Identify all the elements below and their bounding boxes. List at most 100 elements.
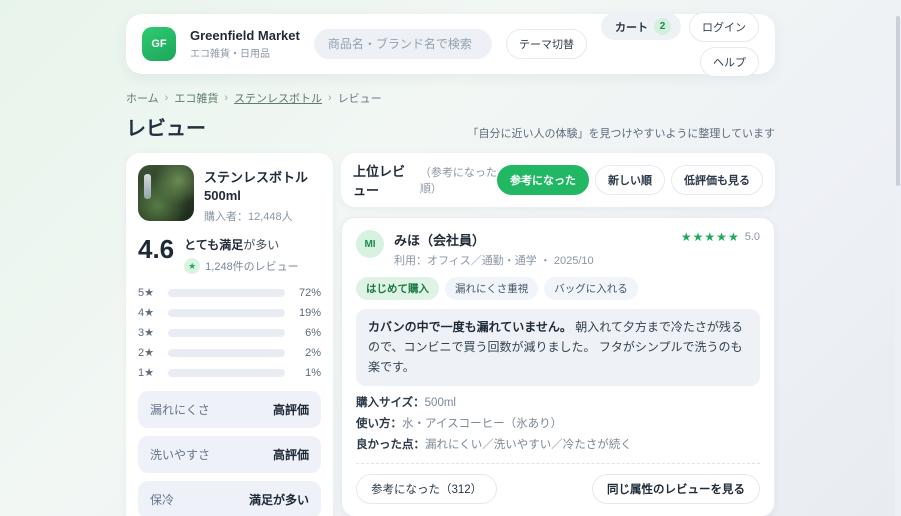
reviewer-name: みほ（会社員） [394,233,486,248]
cart-button[interactable]: カート 2 [601,13,681,40]
page-container: GF Greenfield Market エコ雑貨・日用品 テーマ切替 カート … [126,11,775,516]
attr-label: 洗いやすさ [150,448,211,463]
attr-label: 保冷 [150,493,175,508]
breadcrumb-category[interactable]: エコ雑貨 [174,90,218,106]
breadcrumb-separator: › [224,92,229,104]
average-score: 4.6 [138,234,175,265]
bar-row-1star: 1★ 1% [138,366,321,380]
detail-usage: 使い方：水・アイスコーヒー（氷あり） [356,416,760,433]
review-count: 1,248件のレビュー [205,261,299,274]
breadcrumb-separator: › [328,92,332,104]
login-button[interactable]: ログイン [689,11,759,42]
bar-row-4star: 4★ 19% [138,306,321,320]
sort-buttons: 参考になった 新しい順 低評価も見る [497,165,763,195]
cart-label: カート [615,21,648,34]
app-header: GF Greenfield Market エコ雑貨・日用品 テーマ切替 カート … [126,11,775,77]
same-attribute-reviews-button[interactable]: 同じ属性のレビューを見る [592,474,760,505]
title-row: レビュー 「自分に近い人の体験」を見つけやすいように整理しています [126,112,775,141]
breadcrumb-home[interactable]: ホーム [126,90,159,106]
score-summary: とても満足が多い [184,236,299,253]
review-tags: はじめて購入 漏れにくさ重視 バッグに入れる [356,277,760,300]
review-count-row: ★ 1,248件のレビュー [184,258,299,275]
bar-track [168,368,285,377]
detail-value: 500ml [424,397,456,410]
brand-name: Greenfield Market [190,28,300,43]
breadcrumb-separator: › [164,92,169,104]
bar-row-3star: 3★ 6% [138,326,321,340]
bar-percent: 19% [298,306,321,319]
bar-label: 1★ [138,367,154,380]
attr-value: 満足が多い [248,493,309,508]
header-actions: カート 2 ログイン ヘルプ [601,11,759,77]
show-low-ratings-button[interactable]: 低評価も見る [671,165,763,195]
review-details: 購入サイズ：500ml 使い方：水・アイスコーヒー（氷あり） 良かった点：漏れに… [356,395,760,453]
breadcrumb-current: レビュー [337,93,382,105]
bar-label: 5★ [138,287,154,300]
scrollbar-thumb[interactable] [896,16,900,186]
review-header: MI みほ（会社員） 利用：オフィス／通勤・通学 ・ 2025/10 ★★★★★… [356,230,760,268]
rating-value: 5.0 [744,231,760,243]
review-text-bold: カバンの中で一度も漏れていません。 [368,320,572,334]
bar-row-2star: 2★ 2% [138,346,321,360]
page-title: レビュー [126,118,206,140]
detail-value: 水・アイスコーヒー（氷あり） [402,418,563,431]
breadcrumb-product[interactable]: ステンレスボトル [234,90,322,106]
helpful-button[interactable]: 参考になった（312） [356,474,498,505]
stars-icon: ★★★★★ [680,230,740,244]
bar-label: 4★ [138,307,154,320]
attr-cooling: 保冷 満足が多い [138,481,321,516]
detail-pros: 良かった点：漏れにくい／洗いやすい／冷たさが続く [356,437,760,454]
product-info: ステンレスボトル 500ml 購入者：12,448人 [204,165,321,224]
review-card: MI みほ（会社員） 利用：オフィス／通勤・通学 ・ 2025/10 ★★★★★… [341,217,775,516]
review-rating: ★★★★★ 5.0 [681,230,760,244]
score-summary-block: とても満足が多い ★ 1,248件のレビュー [184,236,299,275]
attr-value: 高評価 [272,403,309,418]
detail-label: 購入サイズ： [356,397,425,410]
review-body: カバンの中で一度も漏れていません。 朝入れて夕方まで冷たさが残るので、コンビニで… [356,309,760,387]
bar-track [168,328,285,337]
reviewer-block: みほ（会社員） 利用：オフィス／通勤・通学 ・ 2025/10 [394,230,594,268]
breadcrumb: ホーム › エコ雑貨 › ステンレスボトル › レビュー [126,90,775,106]
sort-newest-button[interactable]: 新しい順 [595,165,665,195]
reviews-column: 上位レビュー （参考になった順） 参考になった 新しい順 低評価も見る MI み… [341,153,775,516]
reviews-toolbar: 上位レビュー （参考になった順） 参考になった 新しい順 低評価も見る [341,153,775,207]
avatar: MI [356,230,384,258]
score-summary-bold: とても満足 [184,238,244,253]
review-footer: 参考になった（312） 同じ属性のレビューを見る [356,463,760,505]
star-icon: ★ [184,258,201,275]
page-subtitle: 「自分に近い人の体験」を見つけやすいように整理しています [467,128,775,140]
toolbar-title: 上位レビュー [353,164,406,198]
detail-value: 漏れにくい／洗いやすい／冷たさが続く [425,438,632,451]
detail-label: 使い方： [356,418,402,431]
bar-percent: 72% [298,286,321,299]
content-grid: ステンレスボトル 500ml 購入者：12,448人 4.6 とても満足が多い … [126,153,775,516]
brand-subtitle: エコ雑貨・日用品 [190,49,270,60]
score-summary-rest: が多い [243,238,280,253]
bar-percent: 6% [305,326,321,339]
attr-washability: 洗いやすさ 高評価 [138,436,321,474]
scrollbar[interactable] [895,14,901,516]
attr-label: 漏れにくさ [150,403,210,418]
sort-helpful-button[interactable]: 参考になった [497,165,589,195]
bar-percent: 2% [305,346,321,359]
help-button[interactable]: ヘルプ [700,46,759,77]
toolbar-title-block: 上位レビュー （参考になった順） [353,161,497,199]
product-row: ステンレスボトル 500ml 購入者：12,448人 [138,165,321,224]
search-input[interactable] [313,29,492,59]
product-summary-panel: ステンレスボトル 500ml 購入者：12,448人 4.6 とても満足が多い … [126,153,333,516]
toolbar-subtitle: （参考になった順） [419,167,497,195]
review-meta: 利用：オフィス／通勤・通学 ・ 2025/10 [394,255,594,267]
attr-value: 高評価 [272,448,309,463]
tag-bag-use: バッグに入れる [544,277,638,300]
score-row: 4.6 とても満足が多い ★ 1,248件のレビュー [138,234,321,275]
brand-block: Greenfield Market エコ雑貨・日用品 [190,28,300,60]
detail-size: 購入サイズ：500ml [356,395,760,412]
theme-toggle-button[interactable]: テーマ切替 [506,29,587,59]
attribute-ratings: 漏れにくさ 高評価 洗いやすさ 高評価 保冷 満足が多い 重さ 好みが分かれる [138,391,321,516]
bar-track [168,308,285,317]
bar-row-5star: 5★ 72% [138,286,321,300]
tag-first-purchase: はじめて購入 [356,277,439,300]
brand-logo: GF [142,27,176,61]
product-buyers: 購入者：12,448人 [204,211,293,224]
detail-label: 良かった点： [356,438,425,451]
